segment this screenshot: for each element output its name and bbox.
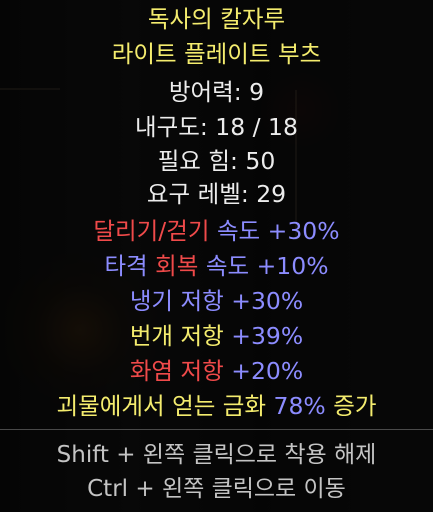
required-strength-stat: 필요 힘: 50	[157, 147, 276, 175]
hit-recovery-value: 속도 +10%	[205, 252, 329, 280]
hit-recovery-prefix: 타격	[104, 252, 148, 280]
durability-stat: 내구도: 18 / 18	[135, 113, 298, 141]
gold-find-label: 괴물에게서 얻는 금화	[56, 392, 267, 420]
item-tooltip: 독사의 칼자루 라이트 플레이트 부츠 방어력: 9 내구도: 18 / 18 …	[0, 0, 433, 512]
lightning-resist-property: 번개 저항 +39%	[0, 320, 433, 353]
required-level-stat: 요구 레벨: 29	[146, 180, 287, 208]
fire-resist-value: +20%	[231, 357, 304, 385]
lightning-resist-label: 번개 저항	[129, 322, 224, 350]
hit-recovery-property: 타격 회복 속도 +10%	[0, 250, 433, 283]
run-walk-label: 달리기/걷기	[93, 217, 210, 245]
item-name: 독사의 칼자루	[147, 5, 286, 33]
shift-click-hint: Shift + 왼쪽 클릭으로 착용 해제	[56, 442, 377, 468]
cold-resist-value: +30%	[231, 287, 304, 315]
tooltip-divider	[0, 429, 433, 430]
gold-find-suffix: 증가	[333, 392, 377, 420]
lightning-resist-value: +39%	[231, 322, 304, 350]
cold-resist-label: 냉기 저항	[129, 287, 224, 315]
hit-recovery-label: 회복	[155, 252, 199, 280]
cold-resist-property: 냉기 저항 +30%	[0, 285, 433, 318]
gold-find-property: 괴물에게서 얻는 금화 78% 증가	[0, 390, 433, 423]
defense-stat: 방어력: 9	[168, 78, 265, 106]
ctrl-click-hint: Ctrl + 왼쪽 클릭으로 이동	[87, 476, 346, 502]
fire-resist-label: 화염 저항	[129, 357, 224, 385]
fire-resist-property: 화염 저항 +20%	[0, 355, 433, 388]
item-base-type: 라이트 플레이트 부츠	[111, 40, 322, 68]
gold-find-value: 78%	[273, 392, 326, 420]
run-walk-speed-property: 달리기/걷기 속도 +30%	[0, 215, 433, 248]
run-walk-value: 속도 +30%	[216, 217, 340, 245]
